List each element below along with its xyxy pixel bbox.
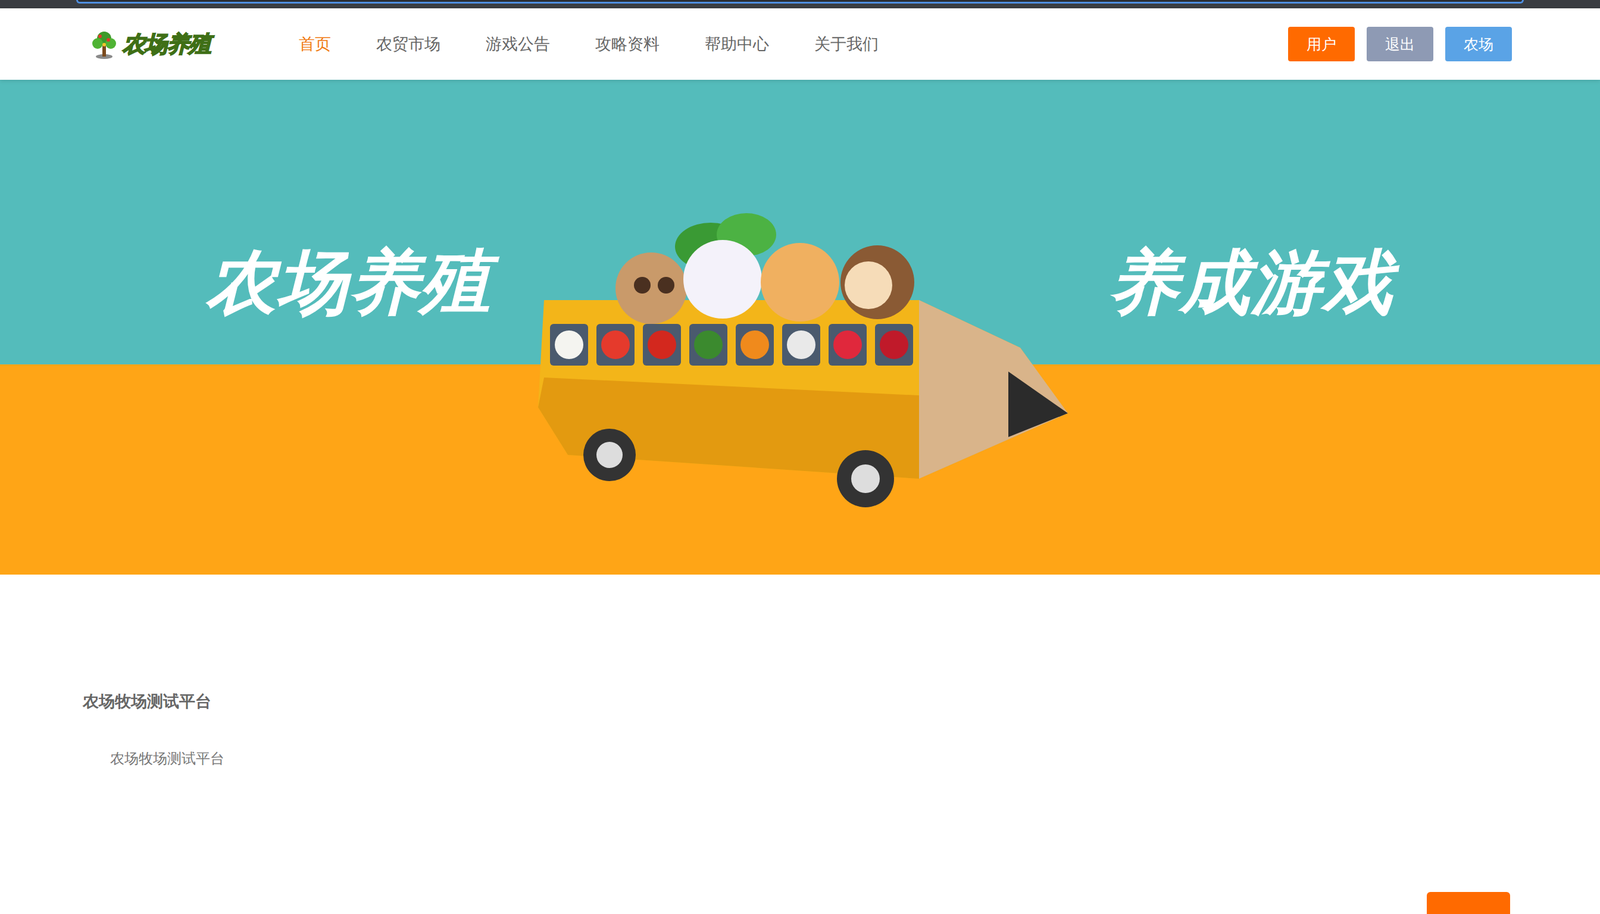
nav-item[interactable]: 攻略资料 [595,28,660,60]
content-title: 农场牧场测试平台 [82,690,1518,712]
page: 农场养殖首页农贸市场游戏公告攻略资料帮助中心关于我们用户退出农场农场养殖养成游戏… [0,0,1600,914]
content-text: 农场牧场测试平台 [110,748,1518,768]
nav: 首页 农贸市场 游戏公告 攻略资料 帮助中心 关于我们 [298,28,879,60]
header-button[interactable]: 用户 [1288,26,1355,62]
logo-text: 农场养殖 [122,29,211,60]
header-button[interactable]: 农场 [1445,26,1512,62]
bus-illustration [532,198,1068,521]
nav-item[interactable]: 帮助中心 [704,28,770,60]
nav-item[interactable]: 农贸市场 [376,28,441,60]
nav-item[interactable]: 游戏公告 [485,28,550,60]
banner-art [532,198,1068,521]
bottom-row [82,891,1518,914]
bottom-button[interactable] [1426,891,1511,914]
banner-right-text: 养成游戏 [1103,240,1399,325]
header-buttons: 用户退出农场 [1288,26,1512,62]
address-bar [76,0,1524,4]
tree-icon [88,27,121,61]
header: 农场养殖 首页 农贸市场 游戏公告 攻略资料 帮助中心 关于我们 用户退出农场 [0,8,1600,80]
logo[interactable]: 农场养殖 [88,27,211,61]
nav-item[interactable]: 首页 [298,28,331,60]
browser-strip [0,0,1600,9]
header-button[interactable]: 退出 [1366,26,1434,62]
nav-item[interactable]: 关于我们 [814,28,879,60]
banner: 农场养殖 养成游戏 [0,79,1600,575]
banner-left-text: 农场养殖 [201,240,497,325]
header-inner: 农场养殖 首页 农贸市场 游戏公告 攻略资料 帮助中心 关于我们 用户退出农场 [88,8,1512,80]
content: 农场牧场测试平台农场牧场测试平台 [82,574,1518,914]
